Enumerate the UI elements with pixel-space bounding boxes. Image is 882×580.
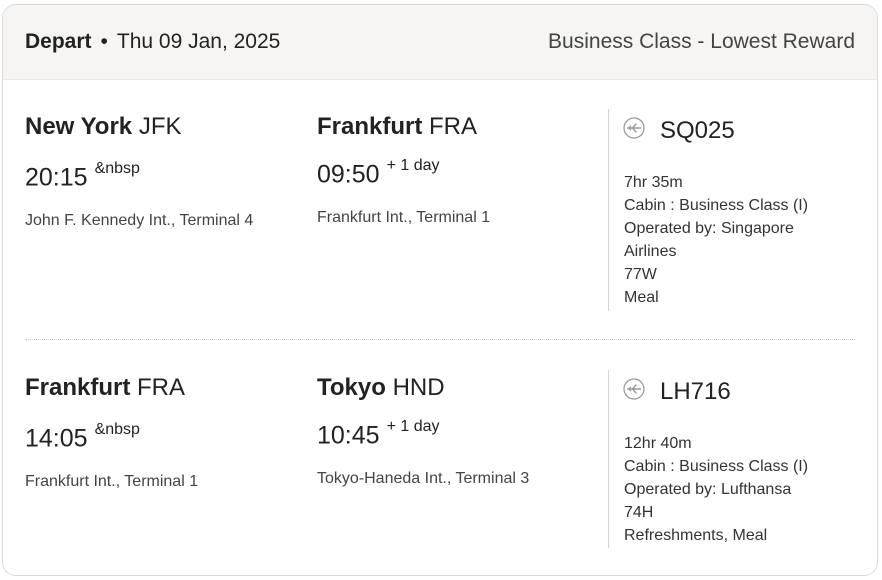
- aircraft-type: 74H: [624, 504, 654, 521]
- cabin-class: Cabin : Business Class (I): [624, 458, 809, 475]
- fare-type: Business Class - Lowest Reward: [548, 30, 855, 53]
- destination-city: Frankfurt: [317, 113, 423, 140]
- departure-time-suffix: &nbsp: [94, 421, 140, 438]
- departure-time: 14:05 &nbsp: [25, 421, 140, 453]
- arrival-day-offset: + 1 day: [386, 418, 440, 435]
- flight-details: 7hr 35m Cabin : Business Class (I) Opera…: [624, 171, 808, 309]
- journey-header: Depart • Thu 09 Jan, 2025 Business Class -…: [3, 5, 877, 80]
- operated-by: Operated by: Lufthansa: [624, 481, 792, 498]
- airplane-icon: [623, 117, 645, 139]
- arrival-time: 09:50 + 1 day: [317, 157, 440, 189]
- itinerary-card: Depart • Thu 09 Jan, 2025 Business Class -…: [2, 4, 878, 576]
- destination-airport: Frankfurt Int., Terminal 1: [317, 209, 491, 226]
- journey-summary: Depart • Thu 09 Jan, 2025: [25, 30, 280, 54]
- destination-code: FRA: [429, 113, 478, 140]
- aircraft-type: 77W: [624, 266, 657, 283]
- flight-details: 12hr 40m Cabin : Business Class (I) Oper…: [624, 432, 808, 547]
- arrival-time-value: 10:45: [317, 421, 380, 450]
- origin-location: Frankfurt FRA: [25, 374, 185, 402]
- airplane-icon: [623, 378, 645, 400]
- cabin-class: Cabin : Business Class (I): [624, 197, 809, 214]
- segment-divider-line: [608, 109, 609, 311]
- separator-dot: •: [100, 30, 108, 53]
- flight-number: LH716: [660, 378, 731, 405]
- destination-airport: Tokyo-Haneda Int., Terminal 3: [317, 470, 530, 487]
- origin-city: Frankfurt: [25, 374, 131, 401]
- direction-label: Depart: [25, 30, 92, 53]
- flight-duration: 12hr 40m: [624, 435, 692, 452]
- flight-segment: New York JFK 20:15 &nbsp John F. Kennedy …: [3, 79, 877, 311]
- origin-airport: Frankfurt Int., Terminal 1: [25, 473, 199, 490]
- flight-number: SQ025: [660, 117, 735, 144]
- departure-time-value: 20:15: [25, 163, 88, 192]
- origin-airport: John F. Kennedy Int., Terminal 4: [25, 212, 254, 229]
- origin-code: FRA: [137, 374, 186, 401]
- departure-time: 20:15 &nbsp: [25, 160, 140, 192]
- origin-location: New York JFK: [25, 113, 182, 141]
- operated-by: Operated by: Singapore: [624, 220, 794, 237]
- destination-city: Tokyo: [317, 374, 386, 401]
- arrival-day-offset: + 1 day: [386, 157, 440, 174]
- origin-code: JFK: [138, 113, 182, 140]
- departure-time-suffix: &nbsp: [94, 160, 140, 177]
- origin-city: New York: [25, 113, 133, 140]
- inflight-service: Refreshments, Meal: [624, 527, 768, 544]
- flight-segment: Frankfurt FRA 14:05 &nbsp Frankfurt Int.,…: [3, 340, 877, 560]
- operated-by-cont: Airlines: [624, 243, 677, 260]
- arrival-time-value: 09:50: [317, 160, 380, 189]
- departure-time-value: 14:05: [25, 424, 88, 453]
- inflight-service: Meal: [624, 289, 659, 306]
- arrival-time: 10:45 + 1 day: [317, 418, 440, 450]
- destination-location: Frankfurt FRA: [317, 113, 477, 141]
- depart-date: Thu 09 Jan, 2025: [116, 30, 281, 53]
- destination-code: HND: [392, 374, 445, 401]
- destination-location: Tokyo HND: [317, 374, 445, 402]
- segment-divider-line: [608, 370, 609, 548]
- flight-duration: 7hr 35m: [624, 174, 683, 191]
